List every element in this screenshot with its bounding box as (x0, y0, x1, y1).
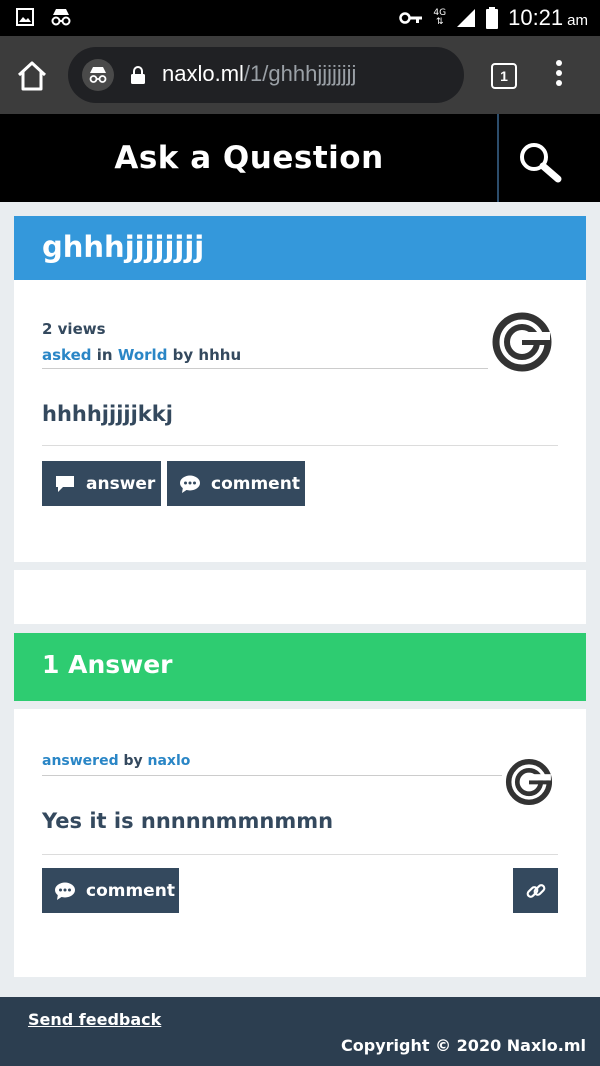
category-link[interactable]: World (118, 346, 168, 364)
vpn-key-icon (399, 12, 423, 24)
answer-comment-button[interactable]: comment (42, 868, 179, 913)
answer-bubble-icon (56, 475, 74, 492)
signal-strength-icon (457, 9, 476, 27)
answers-heading: 1 Answer (42, 650, 173, 679)
url-path: /1/ghhhjjjjjjjj (243, 61, 357, 86)
comment-button-label: comment (211, 473, 300, 494)
clock-time: 10:21 (508, 5, 564, 30)
answer-body: Yes it is nnnnnmmnmmn (42, 809, 334, 833)
incognito-notification-icon (51, 9, 71, 26)
header-divider (497, 114, 499, 202)
answer-meta: answered by naxlo (42, 753, 502, 776)
comment-button[interactable]: comment (167, 461, 305, 506)
address-bar[interactable]: naxlo.ml/1/ghhhjjjjjjjj (68, 47, 464, 103)
clock-ampm: am (567, 12, 588, 29)
url-text: naxlo.ml/1/ghhhjjjjjjjj (162, 61, 356, 87)
incognito-icon (82, 59, 114, 91)
home-icon[interactable] (14, 58, 50, 94)
divider (42, 854, 558, 855)
copyright: Copyright © 2020 Naxlo.ml (341, 1036, 586, 1055)
answer-button-label: answer (86, 473, 156, 494)
user-avatar-icon[interactable] (490, 310, 554, 374)
network-type: 4G ⇅ (433, 9, 446, 27)
battery-icon (486, 7, 499, 29)
question-title: ghhhjjjjjjjj (42, 230, 205, 264)
answered-link[interactable]: answered (42, 753, 119, 769)
clock: 10:21 am (508, 5, 588, 31)
question-card: 2 views asked in World by hhhu hhhhjjjjj… (14, 280, 586, 562)
lock-icon (131, 66, 145, 84)
site-footer: Send feedback Copyright © 2020 Naxlo.ml (0, 997, 600, 1066)
browser-toolbar: naxlo.ml/1/ghhhjjjjjjjj 1 (0, 36, 600, 114)
url-domain: naxlo.ml (162, 61, 244, 86)
send-feedback-link[interactable]: Send feedback (28, 1010, 161, 1029)
empty-panel (14, 570, 586, 624)
divider (42, 445, 558, 446)
asked-link[interactable]: asked (42, 346, 92, 364)
ask-question-link[interactable]: Ask a Question (0, 114, 498, 202)
user-avatar-icon[interactable] (504, 757, 554, 807)
answer-author-link[interactable]: naxlo (148, 753, 191, 769)
search-icon[interactable] (514, 138, 570, 186)
question-author: hhhu (198, 346, 242, 364)
question-title-bar: ghhhjjjjjjjj (14, 216, 586, 280)
comment-bubble-icon (180, 475, 200, 493)
overflow-menu-icon[interactable] (552, 60, 566, 92)
in-label: in (96, 346, 113, 364)
data-arrows-icon: ⇅ (435, 17, 444, 27)
answers-heading-bar: 1 Answer (14, 633, 586, 701)
by-label: by (123, 753, 143, 769)
site-header: Ask a Question (0, 114, 600, 202)
status-bar: 4G ⇅ 10:21 am (0, 0, 600, 36)
comment-bubble-icon (55, 882, 75, 900)
answer-card: answered by naxlo Yes it is nnnnnmmnmmn … (14, 709, 586, 977)
view-count: 2 views (42, 320, 106, 338)
image-notification-icon (16, 8, 34, 26)
question-meta: asked in World by hhhu (42, 346, 488, 369)
link-icon (526, 883, 545, 898)
permalink-button[interactable] (513, 868, 558, 913)
comment-button-label: comment (86, 880, 175, 901)
question-body: hhhhjjjjjkkj (42, 402, 173, 426)
by-label: by (172, 346, 194, 364)
tab-switcher-button[interactable]: 1 (491, 63, 517, 89)
answer-button[interactable]: answer (42, 461, 161, 506)
